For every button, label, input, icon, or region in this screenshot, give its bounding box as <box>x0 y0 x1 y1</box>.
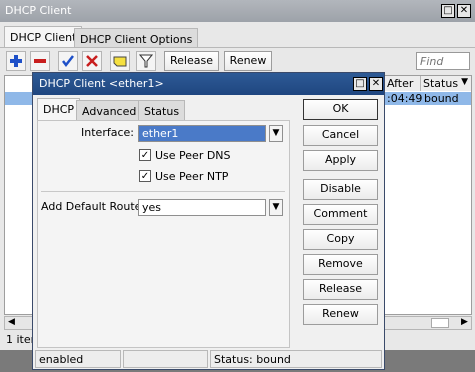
button-label: Remove <box>318 257 363 270</box>
comment-button[interactable] <box>110 51 130 71</box>
tab-status[interactable]: Status <box>138 100 186 120</box>
tab-label: Status <box>144 105 180 118</box>
filter-icon <box>139 54 153 68</box>
tab-label: DHCP <box>43 103 75 116</box>
dialog-titlebar: DHCP Client <ether1> <box>33 73 384 95</box>
status-text: enabled <box>39 353 84 366</box>
ok-button[interactable]: OK <box>303 99 378 120</box>
button-label: Renew <box>322 307 359 320</box>
release-button[interactable]: Release <box>303 279 378 300</box>
row-after: :04:49 <box>387 92 423 105</box>
button-label: Release <box>319 282 362 295</box>
use-peer-dns-label: Use Peer DNS <box>155 149 231 162</box>
tab-advanced[interactable]: Advanced <box>76 100 143 120</box>
status-middle <box>123 350 208 368</box>
use-peer-ntp-checkbox[interactable]: ✓ <box>139 170 151 182</box>
tab-label: DHCP Client Options <box>80 33 193 46</box>
renew-button[interactable]: Renew <box>224 51 272 71</box>
dhcp-client-dialog: DHCP Client <ether1> □ ✕ DHCP Advanced S… <box>32 72 385 370</box>
interface-dropdown-icon[interactable]: ▼ <box>269 125 283 142</box>
button-label: Apply <box>324 153 357 166</box>
apply-button[interactable]: Apply <box>303 150 378 171</box>
find-input[interactable] <box>416 52 470 70</box>
button-label: Cancel <box>321 128 360 141</box>
tab-label: Advanced <box>82 105 137 118</box>
add-default-route-dropdown-icon[interactable]: ▼ <box>269 199 283 216</box>
add-default-route-label: Add Default Route: <box>41 200 146 213</box>
scroll-thumb[interactable] <box>431 318 449 328</box>
scroll-right-icon[interactable]: ▶ <box>461 317 468 327</box>
tab-dhcp-client[interactable]: DHCP Client <box>4 26 83 48</box>
tab-dhcp[interactable]: DHCP <box>37 98 81 120</box>
button-label: Release <box>170 54 213 67</box>
column-label: Status <box>423 77 459 90</box>
button-label: Renew <box>229 54 267 67</box>
plus-icon <box>10 55 22 67</box>
cancel-button[interactable]: Cancel <box>303 125 378 146</box>
row-status: bound <box>424 92 459 105</box>
button-label: Copy <box>326 232 355 245</box>
column-label: After <box>387 77 414 90</box>
remove-button[interactable] <box>30 51 50 71</box>
note-icon <box>113 56 127 67</box>
filter-button[interactable] <box>136 51 156 71</box>
comment-button[interactable]: Comment <box>303 204 378 225</box>
column-header-status[interactable]: Status ▼ <box>421 76 471 91</box>
remove-button[interactable]: Remove <box>303 254 378 275</box>
disable-button[interactable] <box>82 51 102 71</box>
main-titlebar: DHCP Client <box>0 0 475 22</box>
status-bound: Status: bound <box>210 350 382 368</box>
status-enabled: enabled <box>35 350 121 368</box>
release-button[interactable]: Release <box>164 51 219 71</box>
tab-dhcp-client-options[interactable]: DHCP Client Options <box>74 28 199 48</box>
button-label: Comment <box>313 207 368 220</box>
disable-button[interactable]: Disable <box>303 179 378 200</box>
interface-select[interactable]: ether1 <box>138 125 266 142</box>
column-header-after[interactable]: After <box>385 76 421 91</box>
minus-icon <box>34 59 46 63</box>
form-divider <box>41 191 285 192</box>
use-peer-ntp-label: Use Peer NTP <box>155 170 229 183</box>
tab-label: DHCP Client <box>10 31 77 44</box>
scroll-left-icon[interactable]: ◀ <box>8 317 15 327</box>
add-default-route-value: yes <box>142 201 162 214</box>
tab-divider <box>0 47 475 48</box>
button-label: Disable <box>320 182 361 195</box>
copy-button[interactable]: Copy <box>303 229 378 250</box>
enable-button[interactable] <box>58 51 78 71</box>
button-label: OK <box>332 102 349 115</box>
use-peer-dns-checkbox[interactable]: ✓ <box>139 149 151 161</box>
dialog-title: DHCP Client <ether1> <box>39 77 164 90</box>
chevron-down-icon: ▼ <box>461 77 468 87</box>
restore-icon[interactable]: □ <box>441 4 455 18</box>
status-text: Status: bound <box>214 353 291 366</box>
main-title: DHCP Client <box>5 4 72 17</box>
close-icon[interactable]: ✕ <box>369 77 383 91</box>
add-button[interactable] <box>6 51 26 71</box>
renew-button[interactable]: Renew <box>303 304 378 325</box>
close-icon[interactable]: ✕ <box>457 4 471 18</box>
x-icon <box>86 55 98 67</box>
interface-value: ether1 <box>142 127 179 140</box>
add-default-route-select[interactable]: yes <box>138 199 266 216</box>
restore-icon[interactable]: □ <box>353 77 367 91</box>
check-icon <box>62 55 74 68</box>
interface-label: Interface: <box>81 126 134 139</box>
